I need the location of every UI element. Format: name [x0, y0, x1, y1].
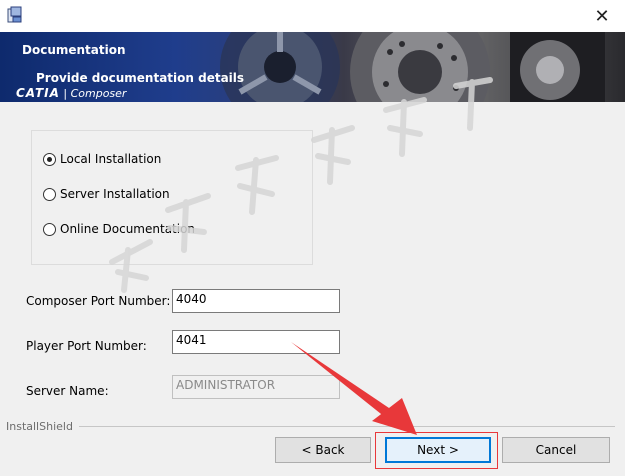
title-bar: ✕: [0, 0, 625, 32]
server-name-label: Server Name:: [26, 384, 109, 398]
installer-app-icon: [7, 6, 22, 23]
footer-divider: [78, 426, 615, 427]
installshield-label: InstallShield: [6, 420, 73, 433]
close-icon: ✕: [594, 5, 610, 27]
back-button[interactable]: < Back: [275, 437, 371, 463]
banner-subtitle: Provide documentation details: [36, 71, 245, 85]
header-banner: Documentation Provide documentation deta…: [0, 32, 625, 102]
brand-main: CATIA: [16, 86, 60, 100]
brand-separator: |: [59, 87, 71, 100]
option-local-installation[interactable]: Local Installation: [43, 152, 161, 166]
radio-server[interactable]: [43, 187, 56, 201]
radio-online[interactable]: [43, 222, 56, 236]
catia-composer-logo: CATIA | Composer: [16, 86, 126, 100]
banner-title: Documentation: [22, 43, 126, 57]
next-highlight-box: [375, 432, 498, 469]
player-port-label: Player Port Number:: [26, 339, 147, 353]
brand-product: Composer: [70, 87, 127, 100]
option-online-label: Online Documentation: [60, 222, 196, 236]
option-server-installation[interactable]: Server Installation: [43, 187, 170, 201]
composer-port-input[interactable]: 4040: [172, 289, 340, 313]
close-button[interactable]: ✕: [579, 0, 625, 32]
server-name-input: ADMINISTRATOR: [172, 375, 340, 399]
radio-local[interactable]: [43, 152, 56, 166]
player-port-input[interactable]: 4041: [172, 330, 340, 354]
option-server-label: Server Installation: [60, 187, 170, 201]
documentation-options-group: Local Installation Server Installation O…: [31, 130, 313, 265]
option-local-label: Local Installation: [60, 152, 162, 166]
composer-port-label: Composer Port Number:: [26, 294, 171, 308]
dialog-body: Local Installation Server Installation O…: [0, 102, 625, 476]
brake-disc-image: [220, 32, 605, 102]
installshield-footer: InstallShield: [0, 420, 615, 433]
option-online-documentation[interactable]: Online Documentation: [43, 222, 195, 236]
cancel-button[interactable]: Cancel: [502, 437, 610, 463]
